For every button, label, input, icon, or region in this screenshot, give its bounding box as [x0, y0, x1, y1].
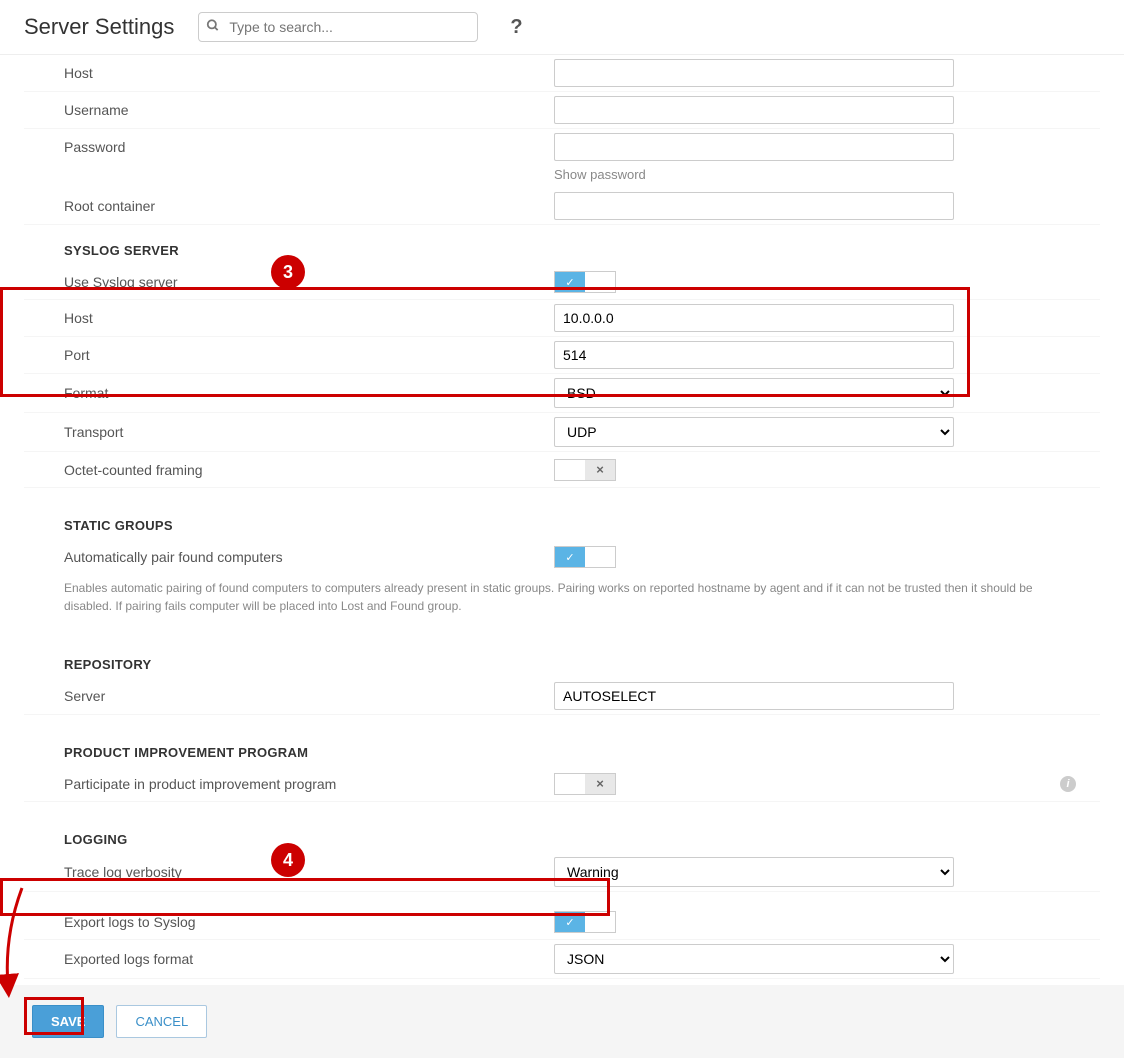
- label-syslog-port: Port: [64, 347, 554, 363]
- check-icon: [565, 550, 574, 564]
- row-syslog-host: Host: [24, 300, 1100, 337]
- row-username: Username: [24, 92, 1100, 129]
- row-repo-server: Server: [24, 678, 1100, 715]
- heading-logging: LOGGING: [24, 814, 1100, 853]
- row-root-container: Root container: [24, 188, 1100, 225]
- label-syslog-host: Host: [64, 310, 554, 326]
- input-password[interactable]: [554, 133, 954, 161]
- search-input[interactable]: [198, 12, 478, 42]
- label-repo-server: Server: [64, 688, 554, 704]
- label-root-container: Root container: [64, 198, 554, 214]
- heading-repository: REPOSITORY: [24, 639, 1100, 678]
- search-icon: [206, 19, 220, 36]
- input-repo-server[interactable]: [554, 682, 954, 710]
- row-framing: Octet-counted framing: [24, 452, 1100, 488]
- cross-icon: [596, 462, 604, 477]
- check-icon: [565, 915, 574, 929]
- footer: SAVE CANCEL: [0, 985, 1124, 1058]
- label-use-syslog: Use Syslog server: [64, 274, 554, 290]
- heading-static-groups: STATIC GROUPS: [24, 500, 1100, 539]
- input-syslog-port[interactable]: [554, 341, 954, 369]
- input-syslog-host[interactable]: [554, 304, 954, 332]
- row-use-syslog: Use Syslog server: [24, 264, 1100, 300]
- toggle-autopair[interactable]: [554, 546, 616, 568]
- label-autopair: Automatically pair found computers: [64, 549, 554, 565]
- label-verbosity: Trace log verbosity: [64, 864, 554, 880]
- row-export-format: Exported logs format JSON: [24, 940, 1100, 979]
- info-icon[interactable]: i: [1060, 776, 1076, 792]
- show-password-link[interactable]: Show password: [24, 165, 1100, 182]
- select-syslog-transport[interactable]: UDP: [554, 417, 954, 447]
- label-syslog-format: Format: [64, 385, 554, 401]
- select-verbosity[interactable]: Warning: [554, 857, 954, 887]
- cross-icon: [596, 776, 604, 791]
- content: Host Username Password Show password Roo…: [0, 55, 1124, 979]
- row-password: Password: [24, 129, 1100, 165]
- input-root-container[interactable]: [554, 192, 954, 220]
- heading-syslog: SYSLOG SERVER: [24, 225, 1100, 264]
- search-box: [198, 12, 478, 42]
- label-pip-participate: Participate in product improvement progr…: [64, 776, 554, 792]
- row-export-syslog: Export logs to Syslog: [24, 904, 1100, 940]
- label-host: Host: [64, 65, 554, 81]
- label-syslog-transport: Transport: [64, 424, 554, 440]
- select-export-format[interactable]: JSON: [554, 944, 954, 974]
- page-title: Server Settings: [24, 14, 174, 40]
- label-username: Username: [64, 102, 554, 118]
- heading-pip: PRODUCT IMPROVEMENT PROGRAM: [24, 727, 1100, 766]
- row-syslog-port: Port: [24, 337, 1100, 374]
- row-pip-participate: Participate in product improvement progr…: [24, 766, 1100, 802]
- row-syslog-transport: Transport UDP: [24, 413, 1100, 452]
- check-icon: [565, 275, 574, 289]
- row-host: Host: [24, 55, 1100, 92]
- save-button[interactable]: SAVE: [32, 1005, 104, 1038]
- input-username[interactable]: [554, 96, 954, 124]
- label-export-syslog: Export logs to Syslog: [64, 914, 554, 930]
- label-password: Password: [64, 139, 554, 155]
- label-framing: Octet-counted framing: [64, 462, 554, 478]
- input-host[interactable]: [554, 59, 954, 87]
- row-syslog-format: Format BSD: [24, 374, 1100, 413]
- toggle-export-syslog[interactable]: [554, 911, 616, 933]
- toggle-use-syslog[interactable]: [554, 271, 616, 293]
- help-icon[interactable]: ?: [510, 16, 522, 39]
- header: Server Settings ?: [0, 0, 1124, 55]
- toggle-framing[interactable]: [554, 459, 616, 481]
- select-syslog-format[interactable]: BSD: [554, 378, 954, 408]
- cancel-button[interactable]: CANCEL: [116, 1005, 207, 1038]
- label-export-format: Exported logs format: [64, 951, 554, 967]
- toggle-pip-participate[interactable]: [554, 773, 616, 795]
- helper-autopair: Enables automatic pairing of found compu…: [24, 575, 1100, 627]
- row-verbosity: Trace log verbosity Warning: [24, 853, 1100, 892]
- row-autopair: Automatically pair found computers: [24, 539, 1100, 575]
